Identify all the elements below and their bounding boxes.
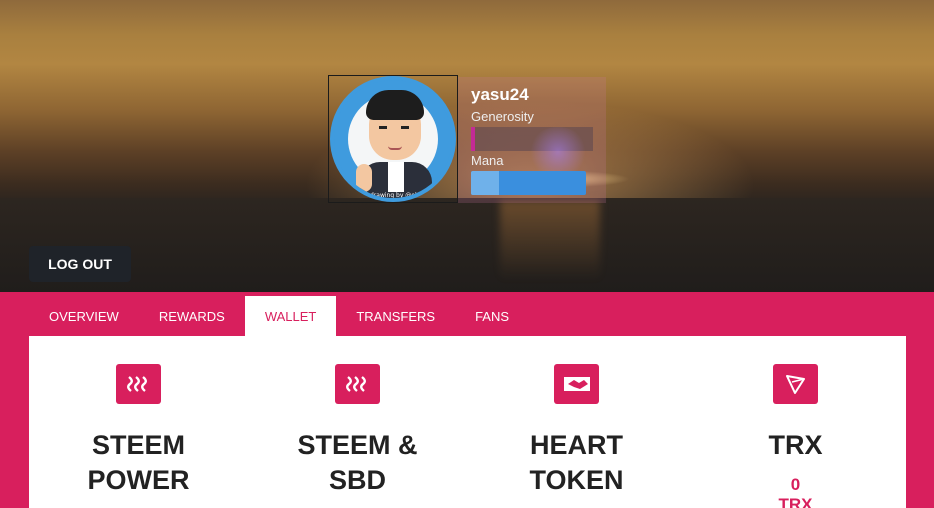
avatar[interactable]: drawing by @elyzfree bbox=[330, 76, 456, 202]
avatar-hair bbox=[366, 90, 424, 120]
card-title: STEEM & SBD bbox=[248, 428, 467, 498]
steem-icon bbox=[116, 364, 161, 404]
mana-fill bbox=[471, 171, 499, 195]
steem-icon bbox=[335, 364, 380, 404]
wallet-panel: STEEM POWER STEEM & SBD HEART TOKEN TRX … bbox=[29, 336, 906, 508]
tron-icon bbox=[773, 364, 818, 404]
tab-transfers[interactable]: TRANSFERS bbox=[336, 296, 455, 336]
avatar-mouth bbox=[388, 146, 402, 150]
avatar-eye-left bbox=[379, 126, 387, 129]
avatar-hand bbox=[356, 164, 372, 192]
card-title-line1: TRX bbox=[768, 430, 823, 460]
card-steem-sbd[interactable]: STEEM & SBD bbox=[248, 336, 467, 508]
avatar-eye-right bbox=[401, 126, 409, 129]
sun-reflection bbox=[500, 200, 600, 280]
generosity-fill bbox=[473, 127, 476, 151]
tab-wallet[interactable]: WALLET bbox=[244, 296, 337, 336]
profile-card: drawing by @elyzfree yasu24 Generosity M… bbox=[328, 75, 606, 203]
card-title-line2: TOKEN bbox=[529, 465, 624, 495]
profile-tabs: OVERVIEW REWARDS WALLET TRANSFERS FANS bbox=[29, 296, 529, 336]
card-title-line2: SBD bbox=[328, 465, 386, 495]
profile-banner: drawing by @elyzfree yasu24 Generosity M… bbox=[0, 0, 934, 292]
mana-label: Mana bbox=[471, 153, 504, 168]
trx-amount: 0 bbox=[790, 475, 801, 494]
logout-button[interactable]: LOG OUT bbox=[29, 246, 131, 282]
avatar-signature: drawing by @elyzfree bbox=[370, 192, 436, 199]
tab-rewards[interactable]: REWARDS bbox=[139, 296, 245, 336]
card-steem-power[interactable]: STEEM POWER bbox=[29, 336, 248, 508]
sea-horizon bbox=[0, 198, 934, 292]
username[interactable]: yasu24 bbox=[471, 85, 529, 105]
card-title: STEEM POWER bbox=[29, 428, 248, 498]
card-title: HEART TOKEN bbox=[467, 428, 686, 498]
profile-info: yasu24 Generosity Mana bbox=[458, 77, 606, 203]
trx-unit: TRX bbox=[778, 495, 813, 508]
generosity-label: Generosity bbox=[471, 109, 534, 124]
tab-fans[interactable]: FANS bbox=[455, 296, 529, 336]
handshake-icon bbox=[554, 364, 599, 404]
avatar-shirt bbox=[388, 162, 404, 192]
tab-overview[interactable]: OVERVIEW bbox=[29, 296, 139, 336]
card-title: TRX bbox=[686, 428, 905, 463]
card-title-line1: STEEM & bbox=[297, 430, 418, 460]
mana-bar bbox=[471, 171, 586, 195]
glow-effect bbox=[528, 127, 588, 177]
card-heart-token[interactable]: HEART TOKEN bbox=[467, 336, 686, 508]
card-title-line2: POWER bbox=[87, 465, 190, 495]
card-title-line1: STEEM bbox=[91, 430, 185, 460]
card-title-line1: HEART bbox=[530, 430, 623, 460]
card-trx[interactable]: TRX 0 TRX bbox=[686, 336, 905, 508]
